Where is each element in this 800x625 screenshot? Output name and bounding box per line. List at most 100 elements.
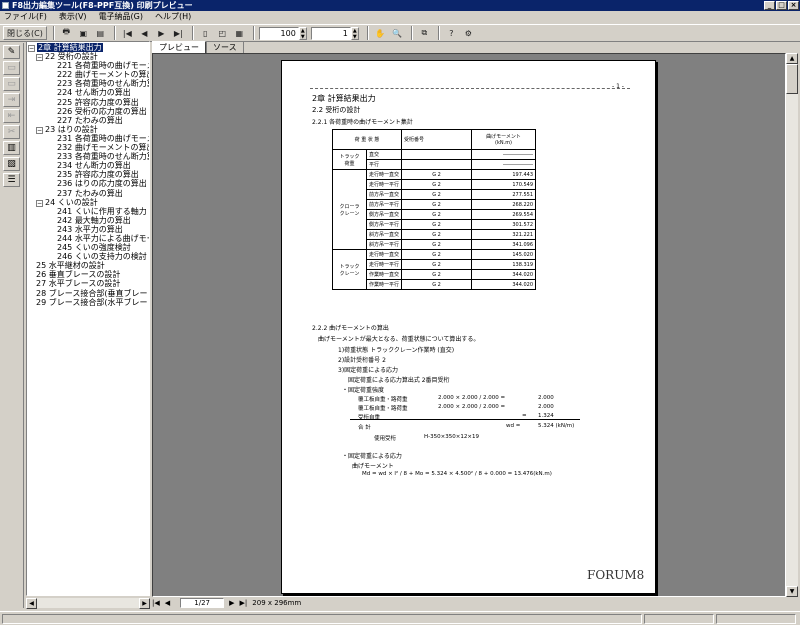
page-input[interactable]	[310, 26, 351, 40]
tree-item-label: 227 たわみの算出	[57, 115, 123, 125]
zoom-spin-arrows-icon[interactable]: ▲ ▼	[298, 26, 307, 40]
tree-item[interactable]: 233 各荷重時のせん断力算	[27, 152, 149, 161]
save-icon[interactable]: ▣	[76, 26, 91, 40]
tree-item[interactable]: −24 くいの設計	[27, 198, 149, 207]
menu-electronic-delivery[interactable]: 電子納品(G)	[99, 11, 143, 23]
maximize-button[interactable]: □	[776, 1, 787, 10]
tree-item[interactable]: 29 ブレース接合部(水平ブレー	[27, 298, 149, 307]
tab-source[interactable]: ソース	[206, 41, 244, 53]
menu-file[interactable]: ファイル(F)	[4, 11, 47, 23]
scroll-up-icon[interactable]: ▲	[786, 53, 798, 64]
tree-item[interactable]: −2章 計算結果出力	[27, 43, 149, 52]
prev-page-icon[interactable]: ◀	[137, 26, 152, 40]
move-down-icon[interactable]: ▭	[3, 77, 20, 91]
nav-last-icon[interactable]: ▶|	[240, 599, 248, 607]
help-icon[interactable]: ?	[444, 26, 459, 40]
fit-page-icon[interactable]: ◰	[215, 26, 230, 40]
tree-item[interactable]: 236 はりの応力度の算出	[27, 179, 149, 188]
tree-expander-icon[interactable]: −	[36, 199, 43, 207]
used-girder-value: H-350×350×12×19	[424, 434, 479, 440]
tree-item[interactable]: 237 たわみの算出	[27, 189, 149, 198]
tree-expander-icon[interactable]: −	[36, 126, 43, 134]
single-page-icon[interactable]: ▯	[198, 26, 213, 40]
doc-subsection-heading: 2.2.1 各荷重時の曲げモーメント集計	[312, 119, 413, 126]
hand-tool-icon[interactable]: ✋	[373, 26, 388, 40]
scroll-down-icon[interactable]: ▼	[786, 586, 798, 597]
table-row: クローラ クレーン 走行時一直交 G 2 197.443	[332, 169, 537, 250]
tree-item[interactable]: 225 許容応力度の算出	[27, 98, 149, 107]
tree-item[interactable]: −22 受桁の設計	[27, 52, 149, 62]
list-icon[interactable]: ☰	[3, 173, 20, 187]
tree-item-label: 23 はりの設計	[45, 124, 98, 134]
move-up-icon[interactable]: ▭	[3, 61, 20, 75]
scroll-thumb[interactable]	[786, 64, 798, 94]
view-tabs: プレビュー ソース	[152, 41, 244, 53]
tree-item[interactable]: 234 せん断力の算出	[27, 161, 149, 170]
tree-item[interactable]: 25 水平継材の設計	[27, 261, 149, 270]
tree-item[interactable]: 224 せん断力の算出	[27, 88, 149, 97]
multi-page-icon[interactable]: ▦	[232, 26, 247, 40]
zoom-tool-icon[interactable]: 🔍	[390, 26, 405, 40]
tree-item-label: 226 受桁の応力度の算出	[57, 106, 147, 116]
edit-icon[interactable]: ✎	[3, 45, 20, 59]
tree-item[interactable]: 232 曲げモーメントの算出	[27, 143, 149, 152]
tree-item[interactable]: 246 くいの支持力の検討	[27, 252, 149, 261]
tree-item[interactable]: 231 各荷重時の曲げモーメ	[27, 134, 149, 143]
zoom-input[interactable]	[258, 26, 299, 40]
tree-horizontal-scrollbar[interactable]: ◀ ▶	[26, 597, 150, 609]
export-icon[interactable]: ⧉	[417, 26, 432, 40]
member-cell: G 2	[401, 229, 473, 240]
book-icon[interactable]: ▥	[3, 141, 20, 155]
tree-item[interactable]: 222 曲げモーメントの算出	[27, 70, 149, 79]
tree-item[interactable]: 241 くいに作用する軸力	[27, 207, 149, 216]
menu-view[interactable]: 表示(V)	[59, 11, 87, 23]
tree-item[interactable]: 27 水平ブレースの設計	[27, 279, 149, 288]
preview-area[interactable]: - 1 - 2章 計算結果出力 2.2 受桁の設計 2.2.1 各荷重時の曲げモ…	[152, 53, 786, 597]
tree-item[interactable]: −23 はりの設計	[27, 125, 149, 134]
member-cell: G 2	[401, 219, 473, 230]
tree-item[interactable]: 245 くいの強度検討	[27, 243, 149, 252]
outdent-icon[interactable]: ⇤	[3, 109, 20, 123]
minimize-button[interactable]: _	[764, 1, 775, 10]
tree-item[interactable]: 28 ブレース接合部(垂直ブレー	[27, 289, 149, 298]
tree-item[interactable]: 226 受桁の応力度の算出	[27, 107, 149, 116]
member-cell: G 2	[401, 279, 473, 290]
tree-item[interactable]: 242 最大軸力の算出	[27, 216, 149, 225]
tree-item[interactable]: 221 各荷重時の曲げモーメ	[27, 61, 149, 70]
nav-first-icon[interactable]: |◀	[152, 599, 160, 607]
print-icon[interactable]: 🖶	[59, 26, 74, 40]
tree-item[interactable]: 244 水平力による曲げモー	[27, 234, 149, 243]
close-preview-button[interactable]: 閉じる(C)	[3, 26, 47, 40]
next-page-icon[interactable]: ▶	[154, 26, 169, 40]
indent-icon[interactable]: ⇥	[3, 93, 20, 107]
bookmark-icon[interactable]: ▧	[3, 157, 20, 171]
tree-item[interactable]: 243 水平力の算出	[27, 225, 149, 234]
tree-expander-icon[interactable]: −	[28, 45, 35, 52]
chapter-tree[interactable]: −2章 計算結果出力 −22 受桁の設計 221 各荷重時の曲げモーメ 222 曲げモ…	[26, 41, 150, 596]
left-toolbar: ✎ ▭ ▭ ⇥ ⇤ ✂ ▥ ▧ ☰	[0, 43, 24, 608]
tree-expander-icon[interactable]: −	[36, 54, 43, 62]
member-cell: G 2	[401, 259, 473, 270]
nav-prev-icon[interactable]: ◀	[165, 599, 170, 607]
menu-help[interactable]: ヘルプ(H)	[155, 11, 191, 23]
moment-cell: 268.220	[471, 199, 537, 210]
moment-cell: ――――――	[471, 159, 537, 170]
scroll-right-icon[interactable]: ▶	[139, 597, 150, 609]
page-setup-icon[interactable]: ▤	[93, 26, 108, 40]
calc-row-label: 覆工板自重・路荷重	[358, 397, 408, 403]
tree-item[interactable]: 227 たわみの算出	[27, 116, 149, 125]
delete-icon[interactable]: ✂	[3, 125, 20, 139]
col-header-moment: 曲げモーメント (kN.m)	[471, 129, 537, 150]
tab-preview[interactable]: プレビュー	[152, 41, 206, 53]
scroll-left-icon[interactable]: ◀	[26, 597, 37, 609]
settings-icon[interactable]: ⚙	[461, 26, 476, 40]
forum8-logo: FORUM8	[587, 568, 645, 582]
last-page-icon[interactable]: ▶|	[171, 26, 186, 40]
close-window-button[interactable]: ×	[788, 1, 799, 10]
nav-next-icon[interactable]: ▶	[229, 599, 234, 607]
preview-vertical-scrollbar[interactable]: ▲ ▼	[786, 53, 798, 597]
page-indicator[interactable]: 1/27	[180, 598, 225, 608]
moment-cell: 277.551	[471, 189, 537, 200]
page-spin-arrows-icon[interactable]: ▲ ▼	[350, 26, 359, 40]
first-page-icon[interactable]: |◀	[120, 26, 135, 40]
